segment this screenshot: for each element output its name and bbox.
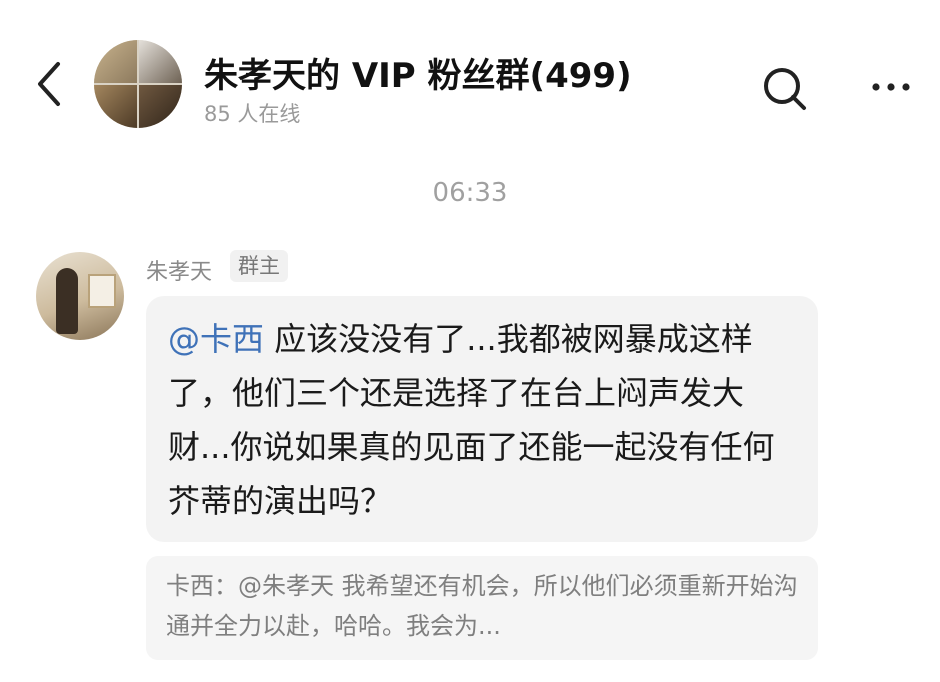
group-avatar-tile: [139, 40, 182, 83]
avatar-figure: [56, 268, 78, 334]
owner-badge: 群主: [230, 250, 288, 282]
sender-name[interactable]: 朱孝天: [146, 254, 212, 286]
chevron-left-icon: [38, 62, 60, 106]
sender-avatar[interactable]: [36, 252, 124, 340]
group-avatar-tile: [94, 85, 137, 128]
mention-link[interactable]: @卡西: [168, 320, 264, 358]
avatar-frame: [88, 274, 116, 308]
group-title[interactable]: 朱孝天的 VIP 粉丝群(499): [204, 48, 632, 97]
group-avatar-tile: [94, 40, 137, 83]
more-icon: [872, 83, 910, 91]
quoted-reply[interactable]: 卡西：@朱孝天 我希望还有机会，所以他们必须重新开始沟通并全力以赴，哈哈。我会为…: [146, 556, 818, 660]
message-bubble[interactable]: @卡西 应该没没有了...我都被网暴成这样了，他们三个还是选择了在台上闷声发大财…: [146, 296, 818, 542]
group-avatar-tile: [139, 85, 182, 128]
back-button[interactable]: [28, 58, 72, 110]
search-icon: [764, 68, 806, 110]
more-button[interactable]: [866, 72, 916, 102]
message-text: @卡西 应该没没有了...我都被网暴成这样了，他们三个还是选择了在台上闷声发大财…: [168, 312, 796, 528]
group-avatar[interactable]: [94, 40, 182, 128]
online-count: 85 人在线: [204, 102, 301, 126]
search-button[interactable]: [760, 64, 810, 114]
chat-header: 朱孝天的 VIP 粉丝群(499) 85 人在线: [0, 0, 940, 150]
message-timestamp: 06:33: [432, 178, 508, 208]
